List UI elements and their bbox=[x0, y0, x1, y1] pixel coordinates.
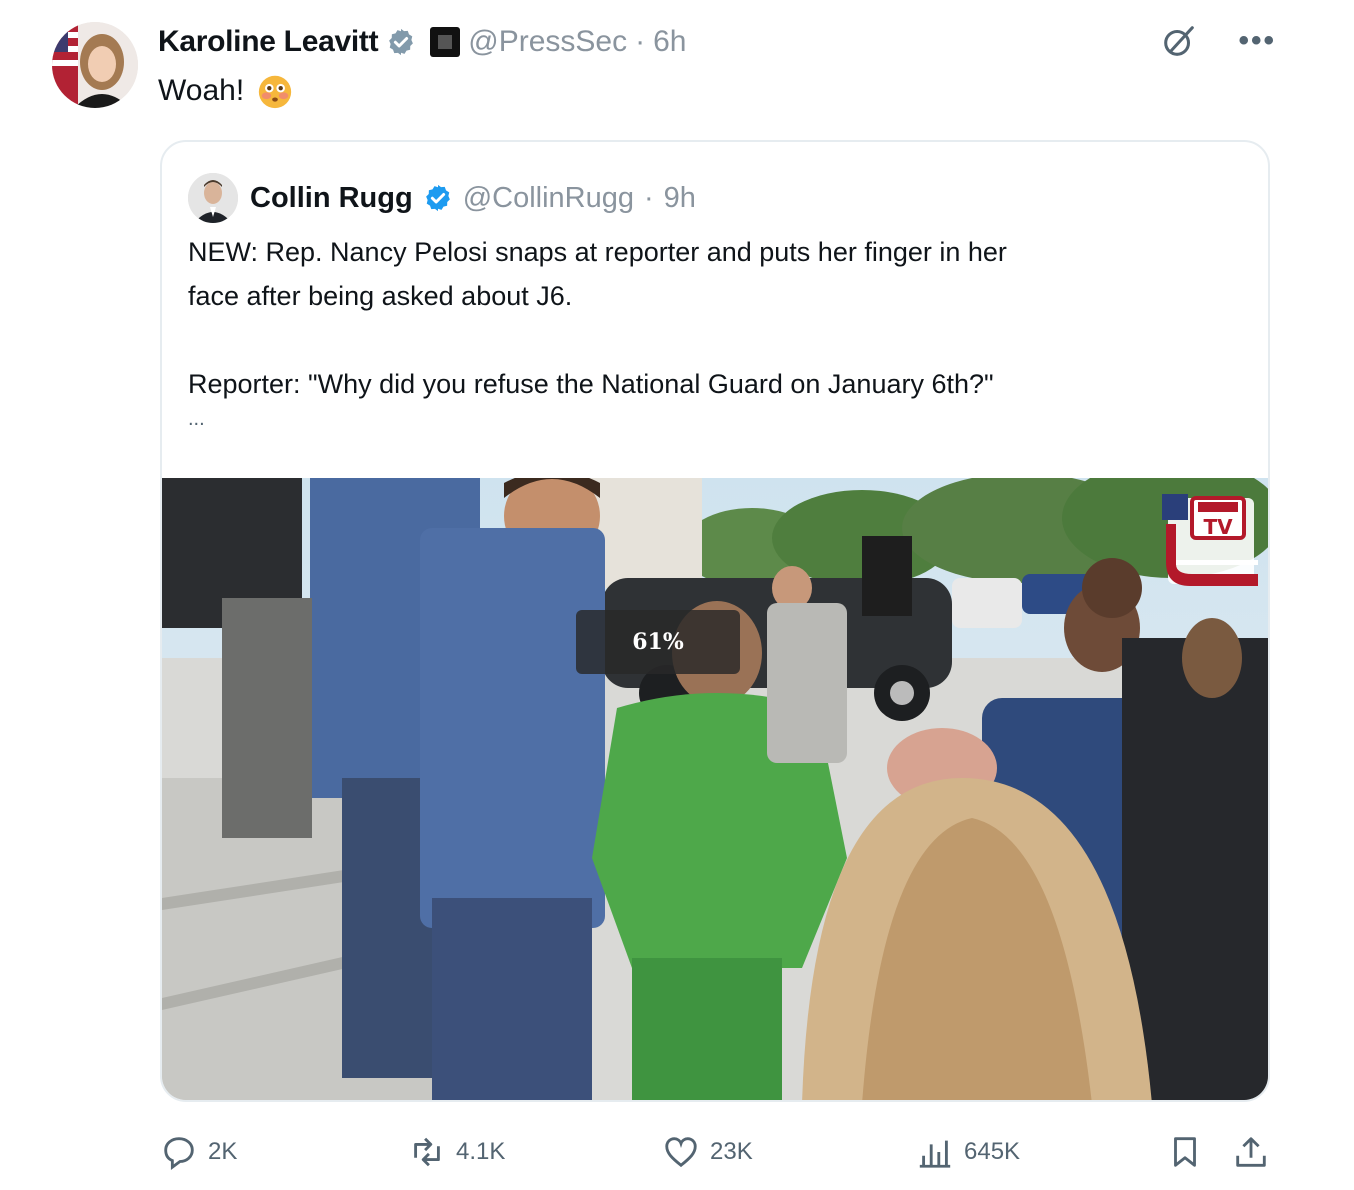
heart-icon bbox=[665, 1137, 697, 1168]
quoted-line: NEW: Rep. Nancy Pelosi snaps at reporter… bbox=[188, 237, 1007, 267]
grok-icon[interactable] bbox=[1160, 22, 1198, 60]
quoted-time[interactable]: 9h bbox=[664, 182, 696, 215]
author-name[interactable]: Karoline Leavitt bbox=[158, 25, 379, 59]
views-button[interactable]: 645K bbox=[916, 1128, 1020, 1176]
repost-button[interactable]: 4.1K bbox=[408, 1128, 505, 1176]
quoted-header: Collin Rugg @CollinRugg · 9h bbox=[188, 172, 696, 224]
logo-text: TV bbox=[1203, 515, 1233, 539]
quoted-name[interactable]: Collin Rugg bbox=[250, 182, 413, 215]
affiliate-badge-icon[interactable] bbox=[430, 27, 461, 57]
tweet-header: Karoline Leavitt @PressSec · 6h bbox=[158, 22, 686, 62]
quoted-avatar[interactable] bbox=[188, 173, 238, 223]
reply-icon bbox=[164, 1137, 194, 1171]
author-handle[interactable]: @PressSec bbox=[468, 25, 627, 59]
action-bar: 2K 4.1K 23K 645K bbox=[160, 1128, 1270, 1176]
tweet-body: Woah! bbox=[158, 74, 245, 107]
author-avatar[interactable] bbox=[52, 22, 138, 108]
video-frame bbox=[162, 478, 1268, 1100]
reply-button[interactable]: 2K bbox=[160, 1128, 237, 1176]
separator: · bbox=[643, 181, 654, 214]
top-actions: ••• bbox=[1160, 22, 1276, 60]
verified-badge-icon bbox=[386, 27, 416, 57]
video-media[interactable]: 61% TV bbox=[162, 478, 1268, 1100]
views-icon bbox=[919, 1140, 951, 1168]
views-count: 645K bbox=[964, 1138, 1021, 1165]
tweet-text: Woah! bbox=[158, 72, 294, 110]
repost-icon bbox=[414, 1137, 440, 1167]
bookmark-icon bbox=[1174, 1137, 1196, 1167]
like-count: 23K bbox=[710, 1138, 753, 1165]
repost-count: 4.1K bbox=[456, 1138, 506, 1165]
more-dots-icon[interactable]: ••• bbox=[1238, 26, 1276, 56]
share-button[interactable] bbox=[1232, 1128, 1270, 1176]
quoted-handle[interactable]: @CollinRugg bbox=[463, 182, 634, 215]
tweet-time[interactable]: 6h bbox=[653, 25, 686, 59]
bookmark-button[interactable] bbox=[1166, 1128, 1204, 1176]
flushed-face-emoji-icon bbox=[256, 72, 294, 110]
verified-badge-icon bbox=[423, 183, 453, 213]
reply-count: 2K bbox=[208, 1138, 238, 1165]
show-more-ellipsis[interactable]: ... bbox=[188, 408, 205, 431]
quoted-line: Reporter: "Why did you refuse the Nation… bbox=[188, 369, 994, 399]
share-icon bbox=[1236, 1137, 1266, 1167]
quoted-text: NEW: Rep. Nancy Pelosi snaps at reporter… bbox=[188, 230, 1228, 406]
separator: · bbox=[635, 25, 646, 58]
like-button[interactable]: 23K bbox=[662, 1128, 753, 1176]
tv-channel-logo: TV bbox=[1162, 494, 1260, 590]
quoted-line: face after being asked about J6. bbox=[188, 281, 573, 311]
progress-percentage-overlay: 61% bbox=[576, 610, 740, 674]
quoted-tweet-card[interactable]: Collin Rugg @CollinRugg · 9h NEW: Rep. N… bbox=[160, 140, 1270, 1102]
